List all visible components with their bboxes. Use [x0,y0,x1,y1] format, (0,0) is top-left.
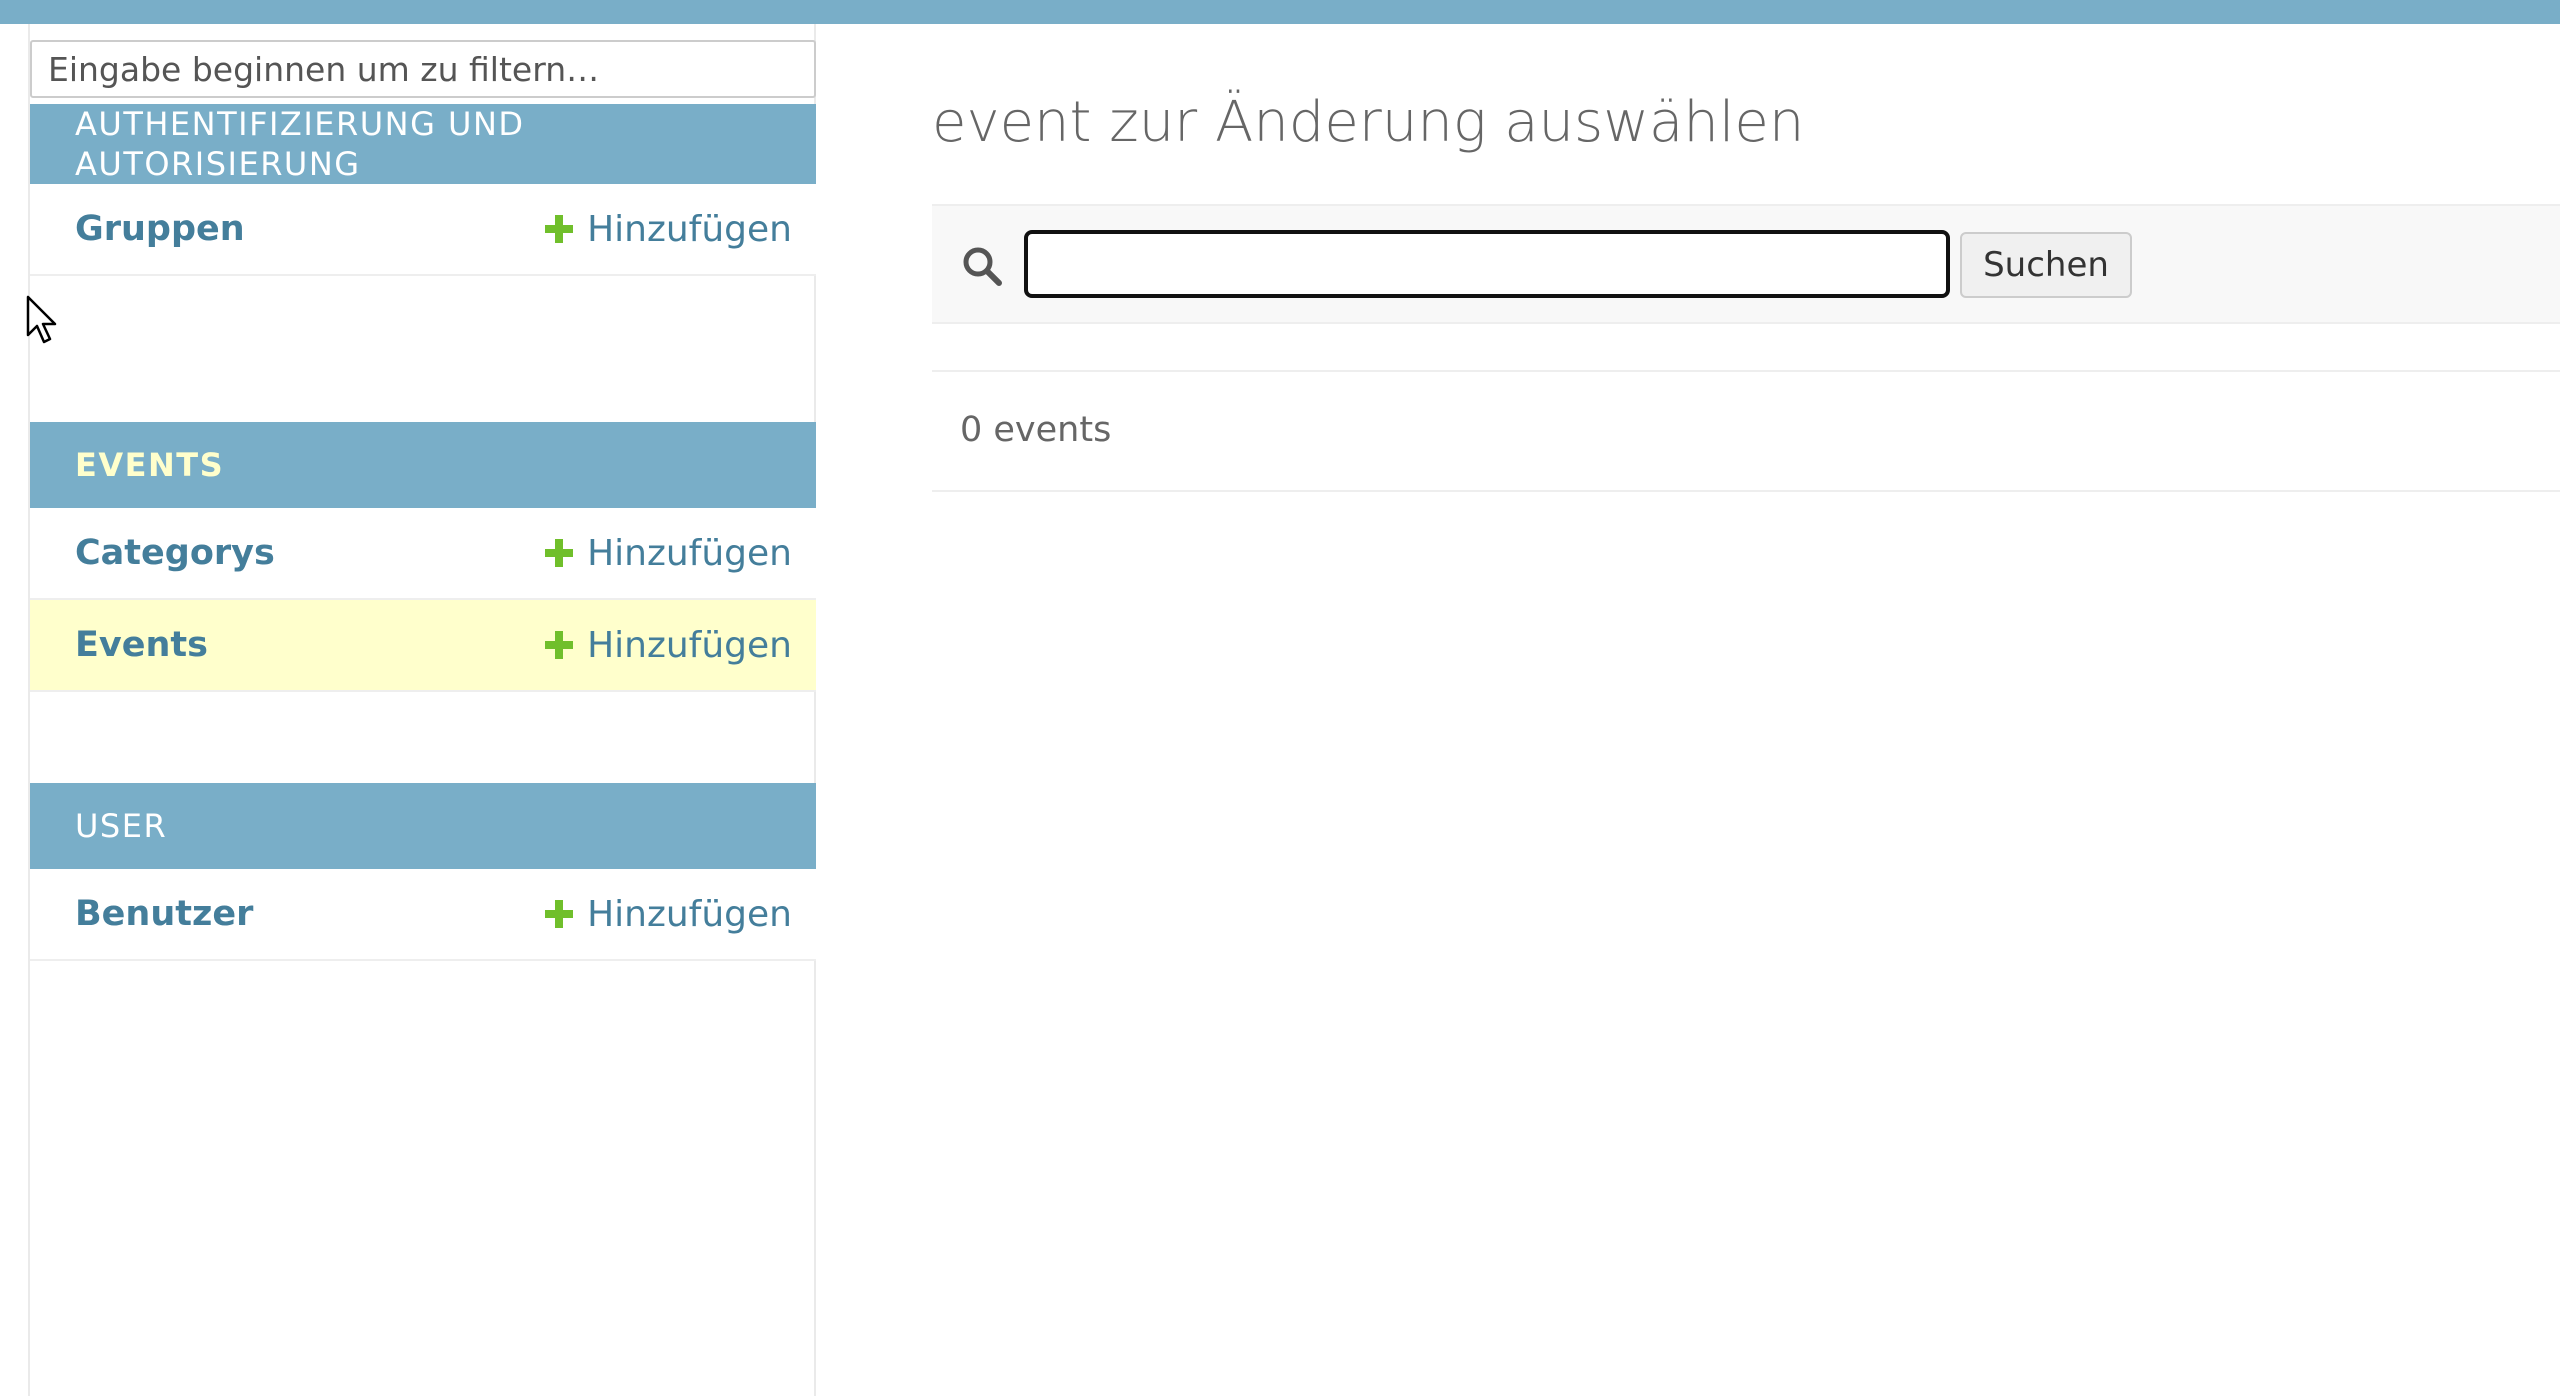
sidebar-nav: Authentifizierung und Autorisierung Grup… [28,24,816,1396]
page-title: event zur Änderung auswählen [932,90,1805,155]
search-button[interactable]: Suchen [1960,232,2132,298]
model-link-categorys[interactable]: Categorys [75,533,275,573]
sidebar-item-events: Events Hinzufügen [30,600,816,692]
search-input[interactable] [1024,230,1950,298]
sidebar-item-gruppen: Gruppen Hinzufügen [30,184,816,276]
search-icon [963,247,1002,286]
content-main: event zur Änderung auswählen Suchen 0 ev… [930,24,2560,1396]
plus-icon [545,539,574,567]
module-header-events[interactable]: Events [30,422,816,508]
module-header-user[interactable]: User [30,783,816,869]
plus-icon [545,215,574,243]
result-count: 0 events [960,410,1112,450]
add-benutzer-link[interactable]: Hinzufügen [545,894,792,935]
add-label: Hinzufügen [587,208,792,250]
module-header-auth[interactable]: Authentifizierung und Autorisierung [30,104,816,184]
add-label: Hinzufügen [587,893,792,935]
add-label: Hinzufügen [587,532,792,574]
top-bar [0,0,2560,24]
nav-filter-input[interactable] [30,40,816,98]
add-events-link[interactable]: Hinzufügen [545,625,792,666]
cursor-icon [26,295,57,344]
add-label: Hinzufügen [587,624,792,666]
add-gruppen-link[interactable]: Hinzufügen [545,209,792,250]
plus-icon [545,900,574,928]
sidebar-item-benutzer: Benutzer Hinzufügen [30,869,816,961]
changelist-search-toolbar: Suchen [932,204,2560,324]
model-link-events[interactable]: Events [75,625,208,665]
sidebar-item-categorys: Categorys Hinzufügen [30,508,816,600]
plus-icon [545,631,574,659]
model-link-benutzer[interactable]: Benutzer [75,894,253,934]
result-list: 0 events [932,370,2560,492]
model-link-gruppen[interactable]: Gruppen [75,209,245,249]
add-categorys-link[interactable]: Hinzufügen [545,533,792,574]
